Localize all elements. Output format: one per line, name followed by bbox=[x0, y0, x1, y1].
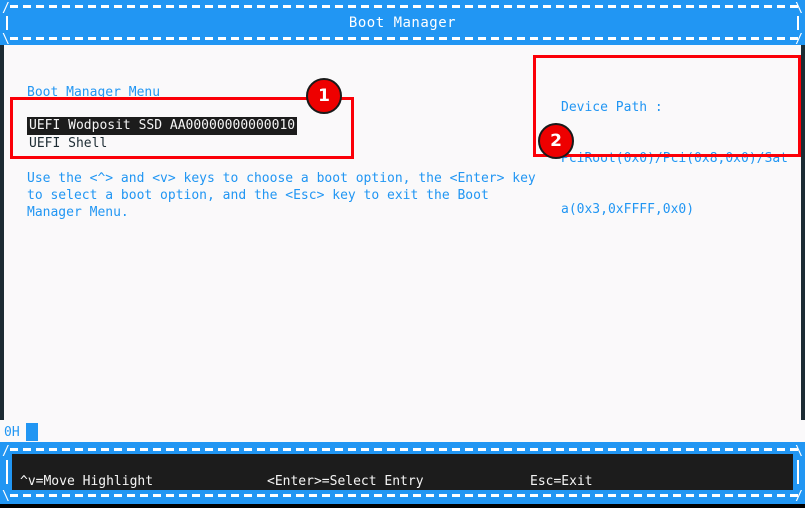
title-corner-bottom-left: \ bbox=[2, 32, 10, 45]
console-cursor-text: 0H bbox=[4, 425, 20, 440]
status-corner-bottom-left: \ bbox=[2, 489, 10, 504]
status-border-top bbox=[10, 448, 798, 451]
title-border-bottom bbox=[10, 37, 798, 40]
title-corner-top-left: / bbox=[2, 1, 10, 16]
status-corner-bottom-right: / bbox=[795, 489, 803, 504]
annotation-box-1 bbox=[10, 97, 354, 159]
annotation-badge-1: 1 bbox=[306, 78, 342, 114]
annotation-badge-2: 2 bbox=[538, 123, 574, 159]
device-path-line-2: a(0x3,0xFFFF,0x0) bbox=[561, 202, 695, 217]
status-key-select-entry[interactable]: <Enter>=Select Entry bbox=[267, 474, 424, 490]
page-title: Boot Manager bbox=[348, 15, 457, 31]
title-border-top bbox=[10, 5, 798, 8]
uefi-boot-manager-screen: / \ \ / Boot Manager Boot Manager Menu U… bbox=[0, 0, 805, 508]
console-cursor-line bbox=[0, 420, 805, 442]
text-cursor bbox=[26, 423, 38, 441]
title-bar: / \ \ / Boot Manager bbox=[0, 0, 805, 45]
status-border-right bbox=[797, 460, 799, 484]
screen-edge-bottom bbox=[0, 504, 805, 508]
title-corner-bottom-right: / bbox=[795, 32, 803, 45]
status-key-move-highlight[interactable]: ^v=Move Highlight bbox=[20, 474, 153, 490]
screen-edge-left bbox=[0, 45, 4, 420]
status-corner-top-right: \ bbox=[795, 444, 803, 459]
status-border-left bbox=[6, 460, 8, 484]
title-corner-top-right: \ bbox=[795, 1, 803, 16]
status-border-bottom bbox=[10, 494, 798, 497]
status-corner-top-left: / bbox=[2, 444, 10, 459]
status-key-exit[interactable]: Esc=Exit bbox=[530, 474, 593, 490]
screen-edge-right bbox=[801, 45, 805, 420]
help-instructions: Use the <^> and <v> keys to choose a boo… bbox=[27, 171, 544, 220]
